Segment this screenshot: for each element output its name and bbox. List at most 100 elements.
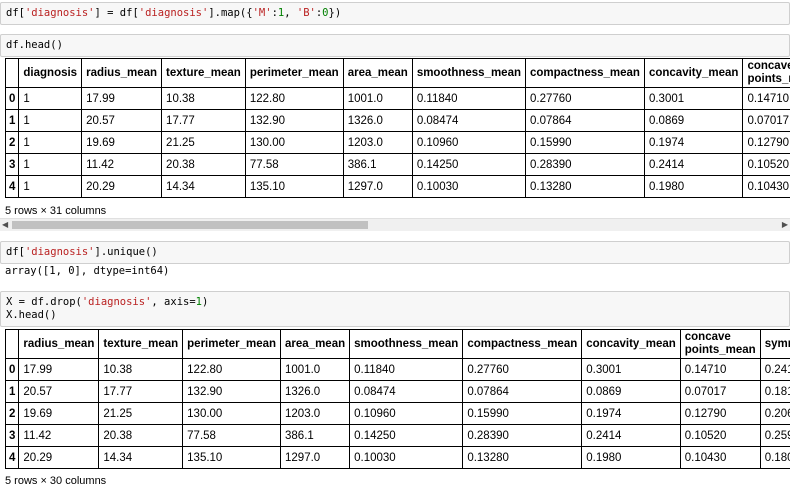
table-cell: 11.42 [18, 424, 100, 447]
scroll-right-icon[interactable]: ▶ [782, 220, 788, 230]
table-cell: 1297.0 [280, 446, 351, 469]
table-cell: 21.25 [161, 131, 246, 154]
table-cell: 1 [18, 109, 83, 132]
column-header: texture_mean [161, 58, 246, 88]
table-cell: 122.80 [244, 87, 344, 110]
column-header: perimeter_mean [182, 329, 282, 359]
table-cell: 0.08474 [349, 380, 464, 403]
row-index: 1 [5, 109, 20, 132]
table-cell: 1001.0 [342, 87, 413, 110]
table-cell: 130.00 [244, 131, 344, 154]
table-cell: 1 [18, 153, 83, 176]
table-cell: 0.2414 [581, 424, 681, 447]
table-cell: 1203.0 [342, 131, 413, 154]
table-cell: 122.80 [182, 358, 282, 381]
table-row: 1 20.57 17.77 132.90 1326.0 0.08474 0.07864 0.0… [5, 380, 790, 403]
table-cell: 386.1 [342, 153, 413, 176]
table-cell: 0.12790 [742, 131, 790, 154]
column-header: radius_mean [18, 329, 100, 359]
table-row: 0 1 17.99 10.38 122.80 1001.0 0.11840 0.27760 0.… [5, 87, 790, 110]
table-cell: 0.2414 [643, 153, 744, 176]
table-cell: 1 [18, 175, 83, 198]
table-cell: 20.38 [161, 153, 246, 176]
dataframe-output-2: radius_mean texture_mean perimeter_mean are… [5, 329, 790, 469]
table-row: 4 20.29 14.34 135.10 1297.0 0.10030 0.13280 0.1… [5, 446, 790, 469]
table-cell: 1001.0 [280, 358, 351, 381]
table-cell: 19.69 [81, 131, 163, 154]
table-cell: 1 [18, 87, 83, 110]
table-cell: 0.07017 [742, 109, 790, 132]
row-index: 2 [5, 131, 20, 154]
row-index: 0 [5, 87, 20, 110]
code-cell-df-head[interactable]: df.head() [0, 34, 790, 57]
table-cell: 0.13280 [462, 446, 583, 469]
table-cell: 0.11840 [411, 87, 527, 110]
table-cell: 1203.0 [280, 402, 351, 425]
row-index: 3 [5, 153, 20, 176]
code-cell-map-diagnosis[interactable]: df['diagnosis'] = df['diagnosis'].map({'… [0, 2, 790, 25]
column-header [5, 329, 20, 359]
scroll-left-icon[interactable]: ◀ [2, 220, 8, 230]
table-cell: 0.3001 [643, 87, 744, 110]
table-cell: 0.28390 [462, 424, 583, 447]
dataframe-output-1: diagnosis radius_mean texture_mean perimete… [5, 58, 790, 198]
column-header: area_mean [280, 329, 351, 359]
table-cell: 130.00 [182, 402, 282, 425]
table-cell: 20.57 [18, 380, 100, 403]
row-index: 4 [5, 446, 20, 469]
table-cell: 0.1974 [643, 131, 744, 154]
table-cell: 17.77 [161, 109, 246, 132]
table-cell: 1 [18, 131, 83, 154]
column-header: smoothness_mean [411, 58, 527, 88]
row-index: 1 [5, 380, 20, 403]
code-cell-unique[interactable]: df['diagnosis'].unique() [0, 241, 790, 264]
table-cell: 0.27760 [462, 358, 583, 381]
table-cell: 0.10520 [742, 153, 790, 176]
table-cell: 0.08474 [411, 109, 527, 132]
table-cell: 77.58 [182, 424, 282, 447]
table-cell: 17.77 [98, 380, 184, 403]
table-cell: 17.99 [18, 358, 100, 381]
column-header: concavepoints_mean [679, 329, 761, 359]
table-cell: 0.1809 [759, 446, 790, 469]
column-header: texture_mean [98, 329, 184, 359]
dataframe-table: diagnosis radius_mean texture_mean perimete… [5, 58, 790, 198]
table-cell: 0.10430 [742, 175, 790, 198]
scrollbar-thumb[interactable] [12, 221, 368, 229]
table-cell: 0.10030 [411, 175, 527, 198]
column-header: smoothness_mean [349, 329, 464, 359]
table-cell: 11.42 [81, 153, 163, 176]
table-cell: 0.2069 [759, 402, 790, 425]
dataframe-table: radius_mean texture_mean perimeter_mean are… [5, 329, 790, 469]
table-cell: 0.11840 [349, 358, 464, 381]
column-header: concavity_mean [643, 58, 744, 88]
table-cell: 0.07864 [462, 380, 583, 403]
table-cell: 0.14710 [679, 358, 761, 381]
table-cell: 0.10960 [411, 131, 527, 154]
table-cell: 10.38 [98, 358, 184, 381]
code-cell-drop-diagnosis[interactable]: X = df.drop('diagnosis', axis=1) X.head(… [0, 291, 790, 327]
table-cell: 21.25 [98, 402, 184, 425]
table-cell: 0.3001 [581, 358, 681, 381]
table-cell: 0.1980 [581, 446, 681, 469]
table-cell: 77.58 [244, 153, 344, 176]
table-cell: 14.34 [98, 446, 184, 469]
table-cell: 0.14710 [742, 87, 790, 110]
column-header: concavity_mean [581, 329, 681, 359]
unique-output: array([1, 0], dtype=int64) [5, 265, 170, 277]
table-cell: 0.10960 [349, 402, 464, 425]
table-cell: 17.99 [81, 87, 163, 110]
table-cell: 0.14250 [411, 153, 527, 176]
table-row: 3 11.42 20.38 77.58 386.1 0.14250 0.28390 0.241… [5, 424, 790, 447]
column-header: compactness_mean [462, 329, 583, 359]
table-cell: 20.29 [81, 175, 163, 198]
table-cell: 0.14250 [349, 424, 464, 447]
column-header: radius_mean [81, 58, 163, 88]
table-cell: 20.29 [18, 446, 100, 469]
row-index: 4 [5, 175, 20, 198]
table-cell: 0.12790 [679, 402, 761, 425]
rows-columns-note: 5 rows × 31 columns [5, 205, 107, 217]
table-cell: 1326.0 [342, 109, 413, 132]
horizontal-scrollbar[interactable]: ◀ ▶ [0, 218, 790, 231]
column-header: symmetry_mean [759, 329, 790, 359]
